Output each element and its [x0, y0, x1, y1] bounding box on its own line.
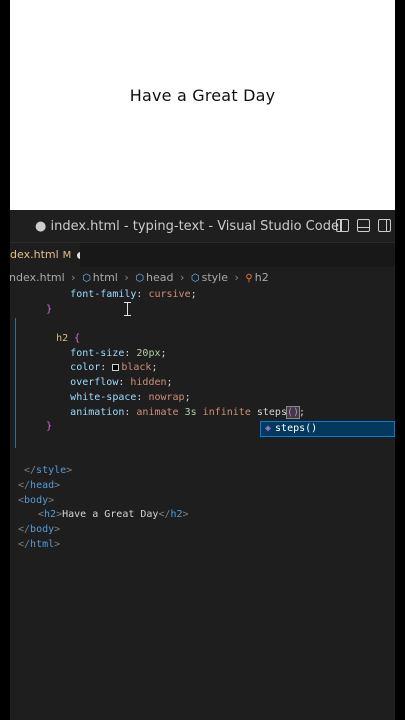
tab-filename: index.html — [10, 248, 59, 261]
unsaved-indicator: ● — [35, 219, 47, 234]
code-line[interactable]: <body> — [10, 494, 395, 509]
title-bar: ● index.html - typing-text - Visual Stud… — [10, 212, 395, 243]
code-line[interactable]: h2 { — [10, 332, 395, 347]
toggle-primary-sidebar-icon[interactable] — [336, 219, 349, 232]
toggle-panel-icon[interactable] — [357, 219, 370, 232]
suggestion-text: steps() — [275, 423, 318, 434]
breadcrumb-file[interactable]: index.html — [10, 269, 65, 287]
breadcrumb-h2[interactable]: h2 — [255, 269, 269, 287]
browser-preview: Have a Great Day — [10, 0, 395, 210]
code-line[interactable]: font-size: 20px; — [10, 347, 395, 362]
autocomplete-suggestion[interactable]: ◈ steps() — [260, 421, 395, 437]
code-line[interactable]: </style> — [10, 464, 395, 479]
editor-tab-bar: index.htmlM — [10, 243, 395, 267]
code-line[interactable]: } — [10, 303, 395, 318]
chevron-right-icon: › — [71, 271, 76, 284]
code-line[interactable]: white-space: nowrap; — [10, 391, 395, 406]
breadcrumb-style[interactable]: style — [202, 269, 228, 287]
video-frame: Have a Great Day ● index.html - typing-t… — [10, 0, 395, 720]
toggle-secondary-sidebar-icon[interactable] — [378, 219, 391, 232]
modified-badge: M — [62, 250, 72, 261]
code-line[interactable]: <h2>Have a Great Day</h2> — [10, 508, 395, 523]
head-element-icon: ⬡ — [135, 273, 144, 284]
breadcrumb: index.html › ⬡ html › ⬡ head › ⬡ style › ⚲ h… — [10, 269, 395, 287]
tab-index-html[interactable]: index.htmlM — [10, 243, 80, 267]
code-line[interactable]: </html> — [10, 538, 395, 553]
color-swatch-icon[interactable] — [112, 363, 120, 371]
code-line[interactable]: color: black; — [10, 361, 395, 376]
code-line[interactable] — [10, 317, 395, 332]
window-title-text: index.html - typing-text - Visual Studio… — [50, 219, 339, 234]
code-line[interactable]: </head> — [10, 479, 395, 494]
breadcrumb-html[interactable]: html — [93, 269, 118, 287]
chevron-right-icon: › — [179, 271, 185, 284]
code-line[interactable]: </body> — [10, 523, 395, 538]
chevron-right-icon: › — [124, 271, 129, 284]
code-line[interactable]: font-family: cursive; — [10, 288, 395, 303]
html-element-icon: ⬡ — [82, 273, 91, 284]
breadcrumb-head[interactable]: head — [146, 269, 173, 287]
unsaved-dot-icon[interactable] — [77, 251, 80, 259]
code-line[interactable] — [10, 435, 395, 450]
preview-heading: Have a Great Day — [129, 86, 276, 105]
cube-icon: ◈ — [265, 423, 272, 434]
chevron-right-icon: › — [234, 271, 239, 284]
css-selector-icon: ⚲ — [245, 273, 253, 284]
style-element-icon: ⬡ — [190, 273, 200, 284]
code-line[interactable]: animation: animate 3s infinite steps(); — [10, 405, 395, 421]
code-line[interactable]: overflow: hidden; — [10, 376, 395, 391]
layout-controls — [336, 219, 391, 232]
window-title: ● index.html - typing-text - Visual Stud… — [35, 219, 339, 234]
code-line[interactable] — [10, 450, 395, 465]
